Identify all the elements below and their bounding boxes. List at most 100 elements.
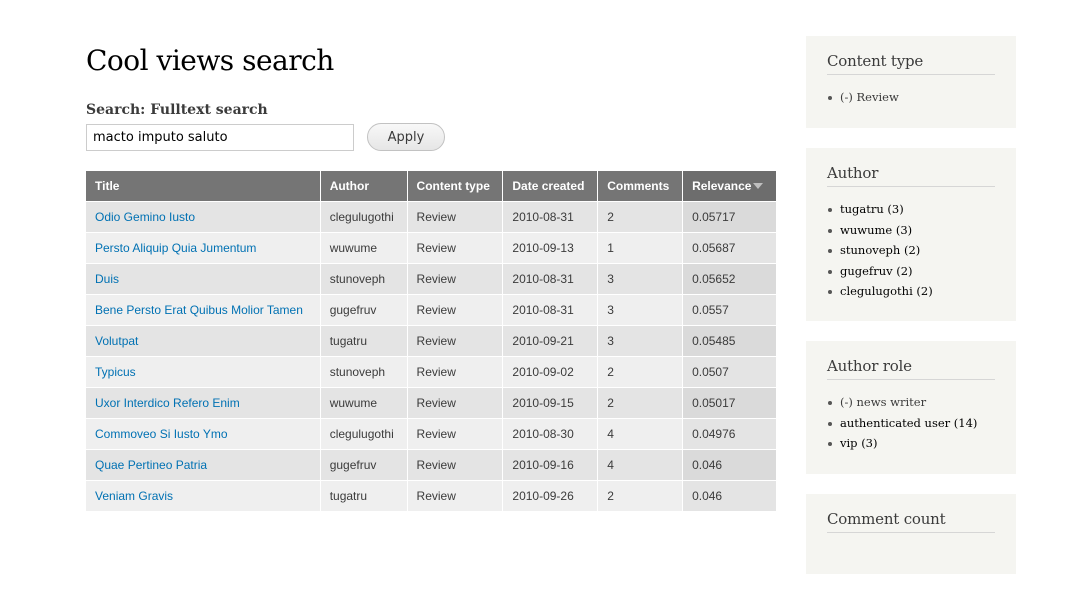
cell-date-created: 2010-08-31 (503, 294, 599, 325)
column-label: Date created (512, 179, 585, 193)
cell-relevance: 0.0557 (683, 294, 776, 325)
fulltext-search-input[interactable] (86, 124, 354, 151)
column-header-relevance[interactable]: Relevance (683, 171, 776, 201)
result-title-link[interactable]: Volutpat (95, 334, 138, 348)
cell-title: Typicus (86, 356, 321, 387)
page-title: Cool views search (86, 44, 334, 77)
table-row: Quae Pertineo Patria gugefruv Review 2010-0… (86, 449, 776, 480)
facet-list: (-) news writer authenticated user (14) vi… (827, 392, 995, 454)
column-label: Comments (607, 179, 670, 193)
column-label: Relevance (692, 179, 752, 193)
cell-content-type: Review (407, 294, 504, 325)
cell-content-type: Review (407, 263, 504, 294)
facet-author-block: Author tugatru (3) wuwume (3) stunoveph (2)… (806, 148, 1016, 321)
facet-link[interactable]: stunoveph (2) (840, 243, 920, 257)
facet-item[interactable]: stunoveph (2) (827, 240, 995, 261)
cell-content-type: Review (407, 480, 504, 511)
cell-author: tugatru (320, 480, 408, 511)
facet-link[interactable]: vip (3) (840, 436, 877, 450)
table-row: Volutpat tugatru Review 2010-09-21 3 0.05485 (86, 325, 776, 356)
cell-author: clegulugothi (320, 418, 408, 449)
result-title-link[interactable]: Bene Persto Erat Quibus Molior Tamen (95, 303, 303, 317)
results-table: Title Author Content type Date created C… (86, 171, 776, 511)
cell-content-type: Review (407, 418, 504, 449)
cell-content-type: Review (407, 232, 504, 263)
facet-list: (-) Review (827, 87, 995, 108)
table-row: Duis stunoveph Review 2010-08-31 3 0.05652 (86, 263, 776, 294)
column-header-comments[interactable]: Comments (598, 171, 684, 201)
column-label: Author (329, 179, 370, 193)
column-header-title[interactable]: Title (86, 171, 321, 201)
table-row: Persto Aliquip Quia Jumentum wuwume Review… (86, 232, 776, 263)
facet-list: tugatru (3) wuwume (3) stunoveph (2) gugefr… (827, 199, 995, 302)
remove-facet-link[interactable]: (-) (840, 90, 853, 104)
cell-relevance: 0.0507 (683, 356, 776, 387)
table-row: Odio Gemino Iusto clegulugothi Review 2010-… (86, 201, 776, 232)
cell-relevance: 0.046 (683, 480, 776, 511)
cell-content-type: Review (407, 387, 504, 418)
facet-item[interactable]: tugatru (3) (827, 199, 995, 220)
result-title-link[interactable]: Commoveo Si Iusto Ymo (95, 427, 228, 441)
result-title-link[interactable]: Veniam Gravis (95, 489, 173, 503)
cell-title: Bene Persto Erat Quibus Molior Tamen (86, 294, 321, 325)
result-title-link[interactable]: Uxor Interdico Refero Enim (95, 396, 240, 410)
facet-link[interactable]: clegulugothi (2) (840, 284, 933, 298)
column-header-date-created[interactable]: Date created (503, 171, 599, 201)
facet-link[interactable]: tugatru (3) (840, 202, 904, 216)
table-row: Veniam Gravis tugatru Review 2010-09-26 2 0.0… (86, 480, 776, 511)
result-title-link[interactable]: Typicus (95, 365, 136, 379)
cell-relevance: 0.05485 (683, 325, 776, 356)
cell-date-created: 2010-09-02 (503, 356, 599, 387)
table-row: Typicus stunoveph Review 2010-09-02 2 0.0507 (86, 356, 776, 387)
facet-item[interactable]: vip (3) (827, 433, 995, 454)
cell-comments: 2 (598, 387, 684, 418)
column-header-author[interactable]: Author (320, 171, 408, 201)
remove-facet-link[interactable]: (-) (840, 395, 853, 409)
table-row: Uxor Interdico Refero Enim wuwume Review 20… (86, 387, 776, 418)
result-title-link[interactable]: Odio Gemino Iusto (95, 210, 195, 224)
cell-date-created: 2010-09-16 (503, 449, 599, 480)
cell-comments: 3 (598, 325, 684, 356)
facet-link[interactable]: Review (857, 90, 899, 104)
block-title: Author role (827, 357, 995, 380)
cell-comments: 2 (598, 201, 684, 232)
sidebar: Content type (-) Review Author tugatru (3) w… (806, 36, 1016, 594)
table-row: Bene Persto Erat Quibus Molior Tamen guge… (86, 294, 776, 325)
cell-date-created: 2010-08-31 (503, 263, 599, 294)
sort-descending-icon (753, 183, 764, 189)
cell-title: Volutpat (86, 325, 321, 356)
facet-item[interactable]: wuwume (3) (827, 220, 995, 241)
facet-link[interactable]: authenticated user (14) (840, 416, 977, 430)
search-label: Search: Fulltext search (86, 102, 268, 118)
cell-comments: 2 (598, 480, 684, 511)
facet-item[interactable]: (-) news writer (827, 392, 995, 413)
cell-date-created: 2010-08-31 (503, 201, 599, 232)
column-header-content-type[interactable]: Content type (407, 171, 504, 201)
cell-title: Odio Gemino Iusto (86, 201, 321, 232)
table-body: Odio Gemino Iusto clegulugothi Review 2010-… (86, 201, 776, 511)
facet-item[interactable]: authenticated user (14) (827, 413, 995, 434)
cell-title: Veniam Gravis (86, 480, 321, 511)
facet-link[interactable]: gugefruv (2) (840, 264, 913, 278)
cell-relevance: 0.04976 (683, 418, 776, 449)
facet-author-role-block: Author role (-) news writer authenticated … (806, 341, 1016, 474)
facet-content-type-block: Content type (-) Review (806, 36, 1016, 128)
cell-content-type: Review (407, 356, 504, 387)
facet-item[interactable]: (-) Review (827, 87, 995, 108)
result-title-link[interactable]: Quae Pertineo Patria (95, 458, 207, 472)
facet-item[interactable]: clegulugothi (2) (827, 281, 995, 302)
cell-relevance: 0.05717 (683, 201, 776, 232)
cell-relevance: 0.05017 (683, 387, 776, 418)
facet-link[interactable]: wuwume (3) (840, 223, 912, 237)
cell-title: Quae Pertineo Patria (86, 449, 321, 480)
column-label: Title (95, 179, 120, 193)
result-title-link[interactable]: Duis (95, 272, 119, 286)
facet-item[interactable]: gugefruv (2) (827, 261, 995, 282)
cell-comments: 2 (598, 356, 684, 387)
cell-comments: 4 (598, 418, 684, 449)
cell-content-type: Review (407, 325, 504, 356)
table-header-row: Title Author Content type Date created C… (86, 171, 776, 201)
apply-button[interactable]: Apply (367, 123, 445, 151)
result-title-link[interactable]: Persto Aliquip Quia Jumentum (95, 241, 256, 255)
facet-link[interactable]: news writer (857, 395, 927, 409)
